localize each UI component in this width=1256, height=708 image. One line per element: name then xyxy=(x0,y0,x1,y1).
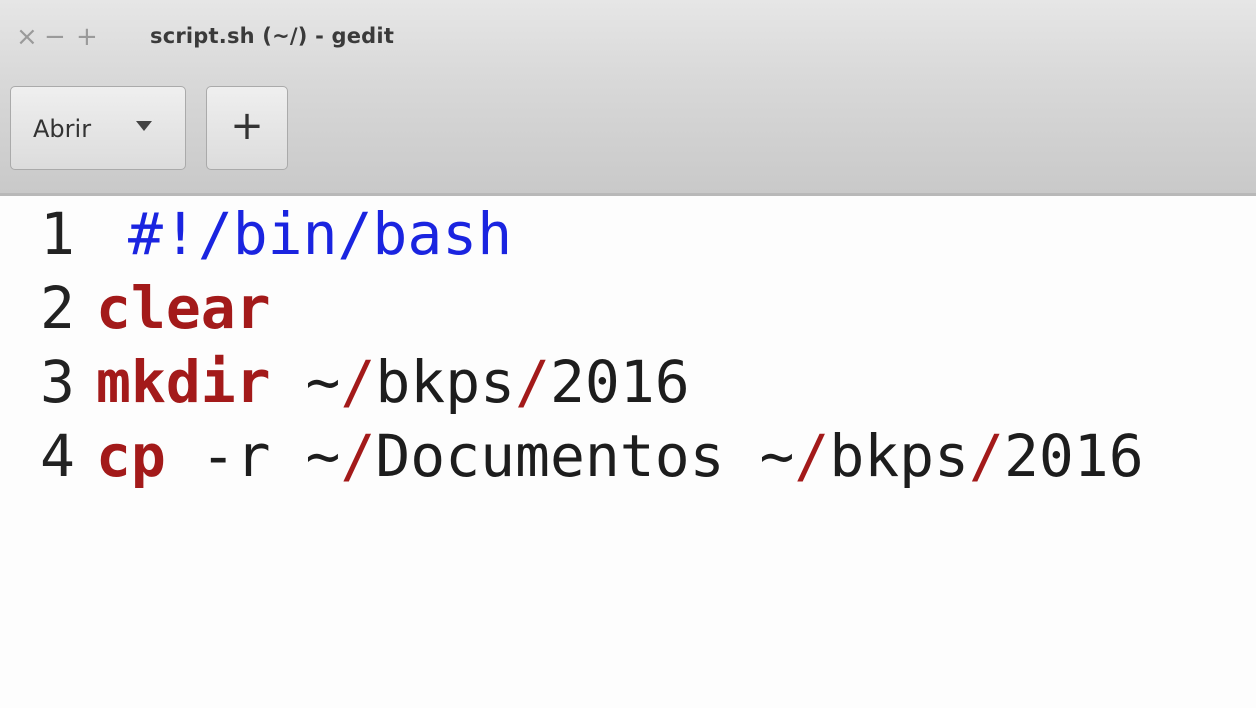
chevron-down-icon xyxy=(136,121,152,131)
text-editor[interactable]: 1 #!/bin/bash 2 clear 3 mkdir ~/bkps/201… xyxy=(0,196,1256,501)
code-text: clear xyxy=(96,272,271,344)
line-number: 4 xyxy=(40,422,75,490)
code-line: 2 clear xyxy=(0,272,1256,344)
window-title: script.sh (~/) - gedit xyxy=(150,24,395,48)
code-segment: ~ xyxy=(270,348,341,416)
code-segment: bkps xyxy=(829,422,970,490)
plus-icon: + xyxy=(230,103,264,149)
path-separator: / xyxy=(340,348,376,416)
open-button-label: Abrir xyxy=(33,115,92,143)
path-separator: / xyxy=(794,422,830,490)
line-number: 3 xyxy=(40,348,75,416)
code-line: 1 #!/bin/bash xyxy=(0,198,1256,270)
title-bar: × − + script.sh (~/) - gedit xyxy=(0,0,1256,78)
line-number: 1 xyxy=(40,200,75,268)
code-segment: 2016 xyxy=(549,348,690,416)
code-line: 4 cp -r ~/Documentos ~/bkps/2016 xyxy=(0,420,1256,492)
minimize-icon[interactable]: − xyxy=(44,22,66,52)
code-segment: Documentos ~ xyxy=(375,422,795,490)
code-segment: bkps xyxy=(375,348,516,416)
close-icon[interactable]: × xyxy=(16,22,38,52)
new-document-button[interactable]: + xyxy=(206,86,288,170)
code-line: 3 mkdir ~/bkps/2016 xyxy=(0,346,1256,418)
code-text: mkdir ~/bkps/2016 xyxy=(96,346,690,418)
code-segment: -r ~ xyxy=(165,422,341,490)
path-separator: / xyxy=(969,422,1004,490)
path-separator: / xyxy=(515,348,550,416)
maximize-icon[interactable]: + xyxy=(76,22,98,52)
open-button[interactable]: Abrir xyxy=(10,86,186,170)
code-text: cp -r ~/Documentos ~/bkps/2016 xyxy=(96,420,1144,492)
path-separator: / xyxy=(340,422,376,490)
shebang-text: #!/bin/bash xyxy=(128,200,513,268)
command-keyword: mkdir xyxy=(96,348,271,416)
command-keyword: clear xyxy=(96,274,271,342)
code-segment: 2016 xyxy=(1003,422,1144,490)
line-number: 2 xyxy=(40,274,75,342)
gedit-window: × − + script.sh (~/) - gedit Abrir + 1 #… xyxy=(0,0,1256,501)
command-keyword: cp xyxy=(96,422,166,490)
header-bar: × − + script.sh (~/) - gedit Abrir + xyxy=(0,0,1256,196)
